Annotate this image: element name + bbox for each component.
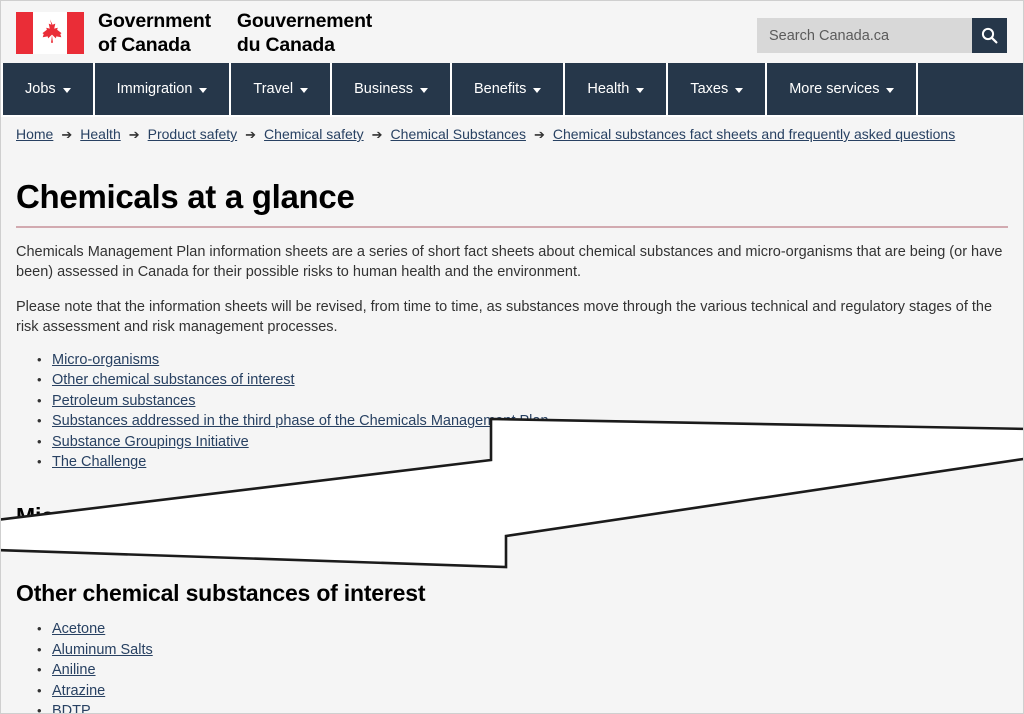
breadcrumb-item-fact-sheets[interactable]: Chemical substances fact sheets and freq… — [553, 126, 955, 142]
toc-link-substance-groupings-initiative[interactable]: Substance Groupings Initiative — [52, 434, 249, 450]
intro-paragraph-1: Chemicals Management Plan information sh… — [16, 243, 1003, 281]
substance-link-atrazine[interactable]: Atrazine — [52, 683, 105, 699]
page-root: Government of Canada Gouvernement du Can… — [0, 0, 1024, 714]
section-heading-micro-organisms: Micro-organisms — [16, 503, 199, 530]
toc-link-third-phase-substances[interactable]: Substances addressed in the third phase … — [52, 413, 549, 429]
substance-link-bdtp[interactable]: BDTP — [52, 703, 91, 713]
list-item: Acetone — [37, 619, 1008, 639]
list-item: Aniline — [37, 660, 1008, 680]
other-substances-list: Acetone Aluminum Salts Aniline Atrazine … — [16, 619, 1008, 713]
intro-paragraph-2: Please note that the information sheets … — [16, 298, 993, 336]
site-search — [757, 18, 1007, 53]
wordmark-en-line1: Government — [98, 10, 211, 32]
breadcrumb-arrow-icon: ➔ — [533, 126, 545, 142]
chevron-down-icon — [62, 87, 71, 93]
nav-item-label: Business — [354, 81, 413, 97]
government-of-canada-brand[interactable]: Government of Canada Gouvernement du Can… — [16, 9, 372, 57]
breadcrumb-item-home[interactable]: Home — [16, 126, 53, 142]
title-divider — [16, 225, 1008, 228]
breadcrumb-item-product-safety[interactable]: Product safety — [148, 126, 238, 142]
breadcrumb-item-chemical-safety[interactable]: Chemical safety — [264, 126, 364, 142]
breadcrumb: Home ➔ Health ➔ Product safety ➔ Chemica… — [1, 117, 1023, 150]
list-item: Atrazine — [37, 681, 1008, 701]
nav-item-jobs[interactable]: Jobs — [1, 63, 95, 115]
toc-link-micro-organisms[interactable]: Micro-organisms — [52, 352, 159, 368]
wordmark-en-line2: of Canada — [98, 34, 191, 56]
chevron-down-icon — [199, 87, 208, 93]
section-heading-other-chemical-substances: Other chemical substances of interest — [16, 580, 426, 607]
chevron-down-icon — [636, 87, 645, 93]
toc-link-the-challenge[interactable]: The Challenge — [52, 454, 146, 470]
global-header: Government of Canada Gouvernement du Can… — [1, 1, 1023, 63]
nav-item-label: Taxes — [690, 81, 729, 97]
search-button[interactable] — [972, 18, 1007, 53]
breadcrumb-arrow-icon: ➔ — [61, 126, 73, 142]
list-item: The Challenge — [37, 452, 1008, 472]
list-item: Aluminum Salts — [37, 640, 1008, 660]
list-item: Other chemical substances of interest — [37, 370, 1008, 390]
list-item: BDTP — [37, 701, 1008, 713]
substance-link-aniline[interactable]: Aniline — [52, 662, 96, 678]
toc-link-other-chemical-substances[interactable]: Other chemical substances of interest — [52, 372, 295, 388]
breadcrumb-item-health[interactable]: Health — [80, 126, 120, 142]
nav-item-label: Health — [587, 81, 630, 97]
nav-item-label: Benefits — [473, 81, 527, 97]
canada-flag-icon — [16, 12, 84, 54]
chevron-down-icon — [735, 87, 744, 93]
nav-item-health[interactable]: Health — [565, 63, 669, 115]
micro-organisms-partial-link[interactable]: C (Low Hazard) — [16, 534, 1008, 554]
wordmark-french: Gouvernement du Canada — [237, 9, 372, 57]
list-item: Substances addressed in the third phase … — [37, 411, 1008, 431]
page-title: Chemicals at a glance — [16, 178, 355, 215]
nav-item-travel[interactable]: Travel — [231, 63, 333, 115]
nav-item-taxes[interactable]: Taxes — [668, 63, 768, 115]
nav-item-label: Jobs — [25, 81, 56, 97]
table-of-contents-list: Micro-organisms Other chemical substance… — [16, 350, 1008, 473]
nav-item-label: Travel — [253, 81, 294, 97]
nav-item-label: Immigration — [116, 81, 193, 97]
nav-item-label: More services — [789, 81, 880, 97]
nav-item-benefits[interactable]: Benefits — [452, 63, 566, 115]
list-item: Substance Groupings Initiative — [37, 432, 1008, 452]
chevron-down-icon — [533, 87, 542, 93]
main-navigation: Jobs Immigration Travel Business Benefit… — [1, 63, 1023, 117]
search-icon — [981, 27, 998, 44]
search-input[interactable] — [757, 18, 972, 53]
nav-item-more-services[interactable]: More services — [767, 63, 919, 115]
wordmark-fr-line2: du Canada — [236, 34, 335, 56]
breadcrumb-arrow-icon: ➔ — [371, 126, 383, 142]
list-item: Petroleum substances — [37, 391, 1008, 411]
breadcrumb-item-chemical-substances[interactable]: Chemical Substances — [391, 126, 526, 142]
wordmark-fr-line1: Gouvernement — [236, 10, 373, 32]
substance-link-acetone[interactable]: Acetone — [52, 621, 105, 637]
wordmark: Government of Canada Gouvernement du Can… — [98, 9, 372, 57]
chevron-down-icon — [886, 87, 895, 93]
nav-item-business[interactable]: Business — [332, 63, 452, 115]
list-item: Micro-organisms — [37, 350, 1008, 370]
wordmark-english: Government of Canada — [98, 9, 211, 57]
chevron-down-icon — [300, 87, 309, 93]
chevron-down-icon — [419, 87, 428, 93]
main-content: Chemicals at a glance Chemicals Manageme… — [1, 178, 1023, 713]
breadcrumb-arrow-icon: ➔ — [128, 126, 140, 142]
toc-link-petroleum-substances[interactable]: Petroleum substances — [52, 393, 195, 409]
breadcrumb-arrow-icon: ➔ — [245, 126, 257, 142]
substance-link-aluminum-salts[interactable]: Aluminum Salts — [52, 642, 153, 658]
nav-item-immigration[interactable]: Immigration — [95, 63, 232, 115]
